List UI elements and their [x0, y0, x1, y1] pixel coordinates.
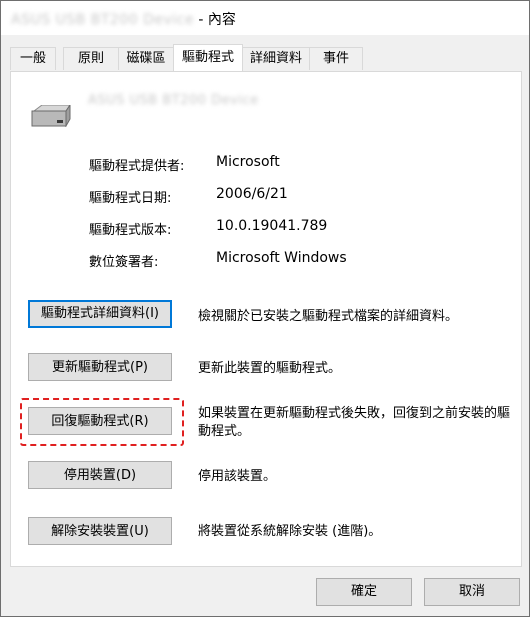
version-value: 10.0.19041.789	[216, 218, 328, 234]
ok-button[interactable]: 確定	[316, 578, 412, 606]
rollback-driver-button[interactable]: 回復驅動程式(R)	[28, 407, 172, 435]
driver-details-button[interactable]: 驅動程式詳細資料(I)	[28, 300, 172, 328]
drive-icon	[31, 105, 71, 127]
tab-events[interactable]: 事件	[309, 47, 363, 70]
uninstall-device-button[interactable]: 解除安裝裝置(U)	[28, 517, 172, 545]
provider-label: 驅動程式提供者:	[89, 159, 185, 174]
date-value: 2006/6/21	[216, 186, 288, 202]
update-driver-button[interactable]: 更新驅動程式(P)	[28, 353, 172, 381]
version-label: 驅動程式版本:	[89, 223, 172, 238]
rollback-driver-description: 如果裝置在更新驅動程式後失敗，回復到之前安裝的驅動程式。	[198, 406, 511, 439]
tab-policies[interactable]: 原則	[63, 47, 119, 70]
disable-device-button[interactable]: 停用裝置(D)	[28, 461, 172, 489]
device-name: ASUS USB BT200 Device	[88, 93, 259, 108]
driver-details-description: 檢視關於已安裝之驅動程式檔案的詳細資料。	[198, 309, 459, 324]
tab-details[interactable]: 詳細資料	[242, 47, 310, 70]
cancel-button[interactable]: 取消	[424, 578, 520, 606]
date-label: 驅動程式日期:	[89, 191, 172, 206]
window-title-device: ASUS USB BT200 Device	[11, 12, 194, 28]
provider-value: Microsoft	[216, 154, 280, 170]
signer-value: Microsoft Windows	[216, 250, 347, 266]
disable-device-description: 停用該裝置。	[198, 469, 277, 484]
tab-general[interactable]: 一般	[10, 47, 56, 70]
update-driver-description: 更新此裝置的驅動程式。	[198, 361, 342, 376]
window-title: ASUS USB BT200 Device - 內容	[11, 9, 236, 29]
title-bar[interactable]: ASUS USB BT200 Device - 內容	[1, 1, 529, 35]
tab-volumes[interactable]: 磁碟區	[118, 47, 174, 70]
properties-dialog: ASUS USB BT200 Device - 內容 一般 原則 磁碟區 驅動程…	[0, 0, 530, 617]
signer-label: 數位簽署者:	[89, 255, 159, 270]
driver-tab-panel: ASUS USB BT200 Device 驅動程式提供者: Microsoft…	[10, 71, 522, 567]
uninstall-device-description: 將裝置從系統解除安裝 (進階)。	[198, 524, 382, 539]
window-title-suffix: - 內容	[198, 12, 236, 28]
tab-driver[interactable]: 驅動程式	[173, 44, 243, 71]
